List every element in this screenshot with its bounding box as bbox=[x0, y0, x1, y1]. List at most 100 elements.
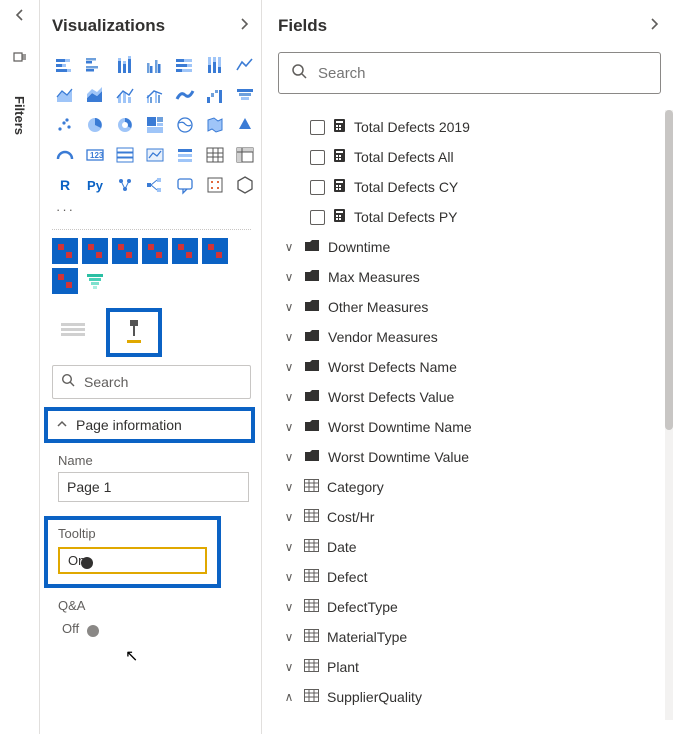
table-row[interactable]: ∨Plant bbox=[278, 652, 661, 682]
qa-visual-icon[interactable] bbox=[172, 172, 198, 198]
donut-chart-icon[interactable] bbox=[112, 112, 138, 138]
collapse-viz-icon[interactable] bbox=[237, 17, 251, 36]
fields-scrollbar[interactable] bbox=[665, 110, 673, 720]
folder-row[interactable]: ∨Worst Defects Value bbox=[278, 382, 661, 412]
checkbox[interactable] bbox=[310, 210, 325, 225]
table-row[interactable]: ∨Date bbox=[278, 532, 661, 562]
scatter-chart-icon[interactable] bbox=[52, 112, 78, 138]
folder-icon bbox=[304, 299, 320, 315]
fields-search[interactable] bbox=[278, 52, 661, 94]
checkbox[interactable] bbox=[310, 180, 325, 195]
key-influencers-icon[interactable] bbox=[112, 172, 138, 198]
map-icon[interactable] bbox=[172, 112, 198, 138]
folder-row[interactable]: ∨Worst Defects Name bbox=[278, 352, 661, 382]
decomposition-tree-icon[interactable] bbox=[142, 172, 168, 198]
stacked-bar-chart-icon[interactable] bbox=[52, 52, 78, 78]
folder-row[interactable]: ∨Worst Downtime Name bbox=[278, 412, 661, 442]
python-visual-icon[interactable]: Py bbox=[82, 172, 108, 198]
field-label: Total Defects 2019 bbox=[354, 119, 470, 135]
page-information-header[interactable]: Page information bbox=[44, 407, 255, 443]
field-row[interactable]: Total Defects All bbox=[278, 142, 661, 172]
kpi-icon[interactable] bbox=[142, 142, 168, 168]
collapse-left-icon[interactable] bbox=[13, 8, 27, 25]
custom-visual-3[interactable] bbox=[112, 238, 138, 264]
filters-tab-label[interactable]: Filters bbox=[12, 96, 27, 135]
folder-row[interactable]: ∨Other Measures bbox=[278, 292, 661, 322]
matrix-icon[interactable] bbox=[232, 142, 258, 168]
waterfall-chart-icon[interactable] bbox=[202, 82, 228, 108]
chevron-down-icon: ∨ bbox=[282, 330, 296, 344]
checkbox[interactable] bbox=[310, 150, 325, 165]
field-row[interactable]: Total Defects PY bbox=[278, 202, 661, 232]
field-row[interactable]: Total Defects 2019 bbox=[278, 112, 661, 142]
stacked-column-chart-icon[interactable] bbox=[112, 52, 138, 78]
fields-tab-icon[interactable] bbox=[60, 321, 86, 344]
field-row[interactable]: Total Defects CY bbox=[278, 172, 661, 202]
custom-visual-5[interactable] bbox=[172, 238, 198, 264]
multi-row-card-icon[interactable] bbox=[112, 142, 138, 168]
search-icon bbox=[61, 373, 76, 391]
table-row[interactable]: ∨MaterialType bbox=[278, 622, 661, 652]
paginated-report-icon[interactable] bbox=[232, 172, 258, 198]
scrollbar-thumb[interactable] bbox=[665, 110, 673, 430]
tooltip-label: Tooltip bbox=[58, 526, 207, 541]
table-row[interactable]: ∧SupplierQuality bbox=[278, 682, 661, 712]
table-row[interactable]: ∨DefectType bbox=[278, 592, 661, 622]
chevron-down-icon: ∨ bbox=[282, 630, 296, 644]
custom-visual-6[interactable] bbox=[202, 238, 228, 264]
folder-label: Max Measures bbox=[328, 269, 420, 285]
bookmark-pane-icon[interactable] bbox=[12, 49, 28, 68]
table-label: Cost/Hr bbox=[327, 509, 374, 525]
line-clustered-column-icon[interactable] bbox=[142, 82, 168, 108]
line-chart-icon[interactable] bbox=[232, 52, 258, 78]
format-tab-highlight bbox=[106, 308, 162, 357]
qa-label: Q&A bbox=[52, 598, 251, 613]
table-row[interactable]: ∨Cost/Hr bbox=[278, 502, 661, 532]
format-search[interactable] bbox=[52, 365, 251, 399]
page-name-input[interactable] bbox=[58, 472, 249, 502]
stacked-area-chart-icon[interactable] bbox=[82, 82, 108, 108]
folder-row[interactable]: ∨Max Measures bbox=[278, 262, 661, 292]
table-icon[interactable] bbox=[202, 142, 228, 168]
custom-visual-2[interactable] bbox=[82, 238, 108, 264]
filled-map-icon[interactable] bbox=[202, 112, 228, 138]
folder-label: Worst Downtime Value bbox=[328, 449, 469, 465]
area-chart-icon[interactable] bbox=[52, 82, 78, 108]
folder-row[interactable]: ∨Worst Downtime Value bbox=[278, 442, 661, 472]
custom-visual-funnel[interactable] bbox=[82, 268, 108, 294]
folder-label: Worst Downtime Name bbox=[328, 419, 472, 435]
format-search-input[interactable] bbox=[84, 374, 242, 390]
folder-row[interactable]: ∨Vendor Measures bbox=[278, 322, 661, 352]
clustered-column-chart-icon[interactable] bbox=[142, 52, 168, 78]
svg-text:123: 123 bbox=[90, 151, 104, 160]
field-label: Total Defects PY bbox=[354, 209, 458, 225]
line-stacked-column-icon[interactable] bbox=[112, 82, 138, 108]
folder-icon bbox=[304, 419, 320, 435]
table-row[interactable]: ∨Category bbox=[278, 472, 661, 502]
pie-chart-icon[interactable] bbox=[82, 112, 108, 138]
more-visuals-button[interactable]: ··· bbox=[52, 200, 251, 219]
card-icon[interactable]: 123 bbox=[82, 142, 108, 168]
treemap-icon[interactable] bbox=[142, 112, 168, 138]
r-visual-icon[interactable]: R bbox=[52, 172, 78, 198]
custom-visual-4[interactable] bbox=[142, 238, 168, 264]
table-row[interactable]: ∨Defect bbox=[278, 562, 661, 592]
table-icon bbox=[304, 569, 319, 585]
collapse-fields-icon[interactable] bbox=[647, 17, 661, 36]
gauge-icon[interactable] bbox=[52, 142, 78, 168]
hundred-stacked-column-icon[interactable] bbox=[202, 52, 228, 78]
fields-search-input[interactable] bbox=[318, 65, 648, 82]
checkbox[interactable] bbox=[310, 120, 325, 135]
ribbon-chart-icon[interactable] bbox=[172, 82, 198, 108]
azure-map-icon[interactable] bbox=[232, 112, 258, 138]
clustered-bar-chart-icon[interactable] bbox=[82, 52, 108, 78]
smart-narrative-icon[interactable] bbox=[202, 172, 228, 198]
folder-row[interactable]: ∨Downtime bbox=[278, 232, 661, 262]
hundred-stacked-bar-icon[interactable] bbox=[172, 52, 198, 78]
funnel-chart-icon[interactable] bbox=[232, 82, 258, 108]
custom-visual-1[interactable] bbox=[52, 238, 78, 264]
slicer-icon[interactable] bbox=[172, 142, 198, 168]
measure-icon bbox=[333, 208, 346, 226]
format-tab-icon[interactable] bbox=[124, 318, 144, 347]
custom-visual-7[interactable] bbox=[52, 268, 78, 294]
